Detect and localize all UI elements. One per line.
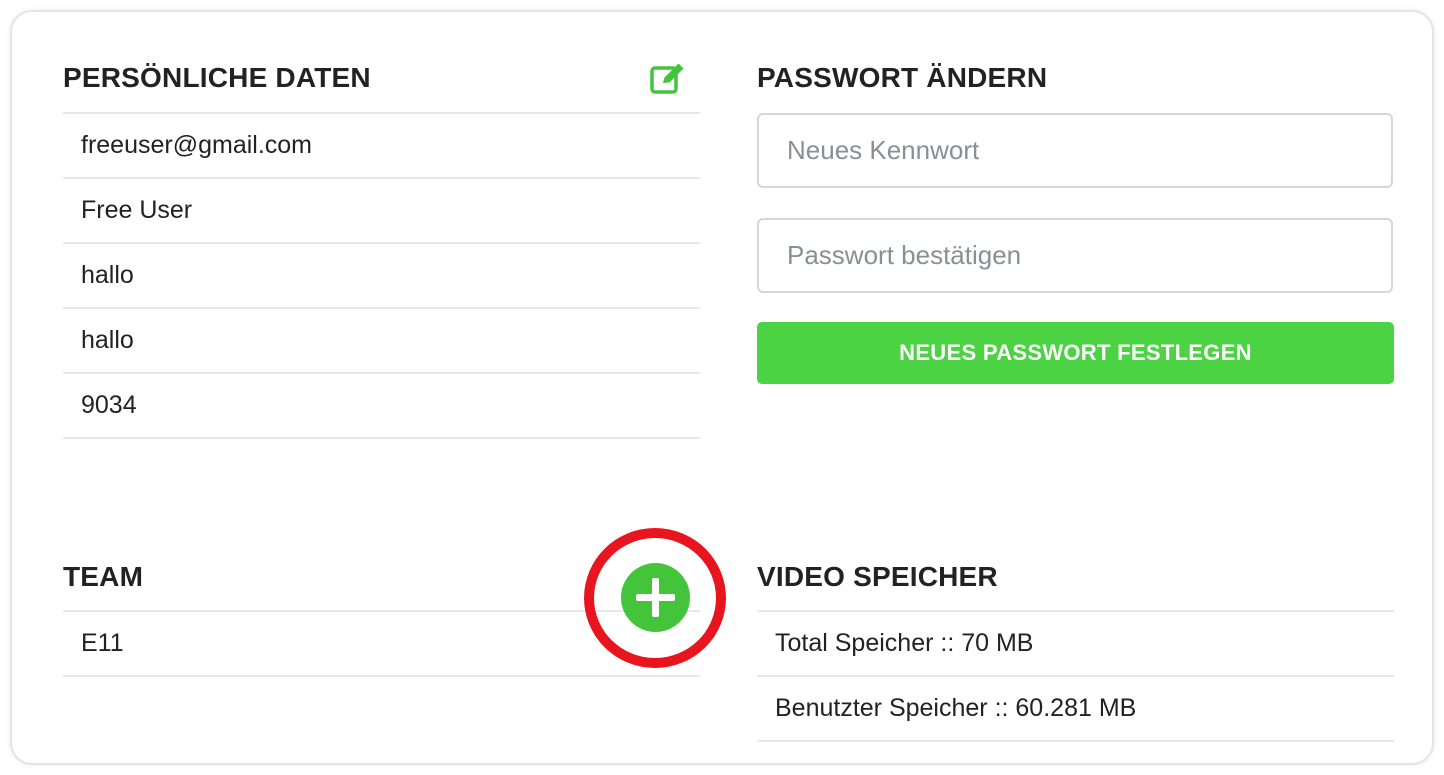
add-team-button[interactable] xyxy=(621,563,690,632)
edit-icon[interactable] xyxy=(650,62,686,96)
edit-square-pen-icon xyxy=(650,63,684,94)
video-storage-title: VIDEO SPEICHER xyxy=(757,561,998,592)
total-storage-row: Total Speicher :: 70 MB xyxy=(757,612,1394,677)
new-password-input[interactable] xyxy=(757,113,1393,188)
personal-data-list: freeuser@gmail.com Free User hallo hallo… xyxy=(63,112,700,439)
personal-row-5: 9034 xyxy=(63,374,700,439)
change-password-title: PASSWORT ÄNDERN xyxy=(757,62,1048,93)
storage-list: Total Speicher :: 70 MB Benutzter Speich… xyxy=(757,610,1394,742)
fullname-row: Free User xyxy=(63,179,700,244)
plus-icon xyxy=(636,578,675,617)
email-row: freeuser@gmail.com xyxy=(63,114,700,179)
used-storage-row: Benutzter Speicher :: 60.281 MB xyxy=(757,677,1394,742)
personal-row-4: hallo xyxy=(63,309,700,374)
personal-data-title: PERSÖNLICHE DATEN xyxy=(63,62,371,93)
personal-row-3: hallo xyxy=(63,244,700,309)
team-title: TEAM xyxy=(63,561,144,592)
confirm-password-input[interactable] xyxy=(757,218,1393,293)
set-new-password-button[interactable]: NEUES PASSWORT FESTLEGEN xyxy=(757,322,1394,384)
